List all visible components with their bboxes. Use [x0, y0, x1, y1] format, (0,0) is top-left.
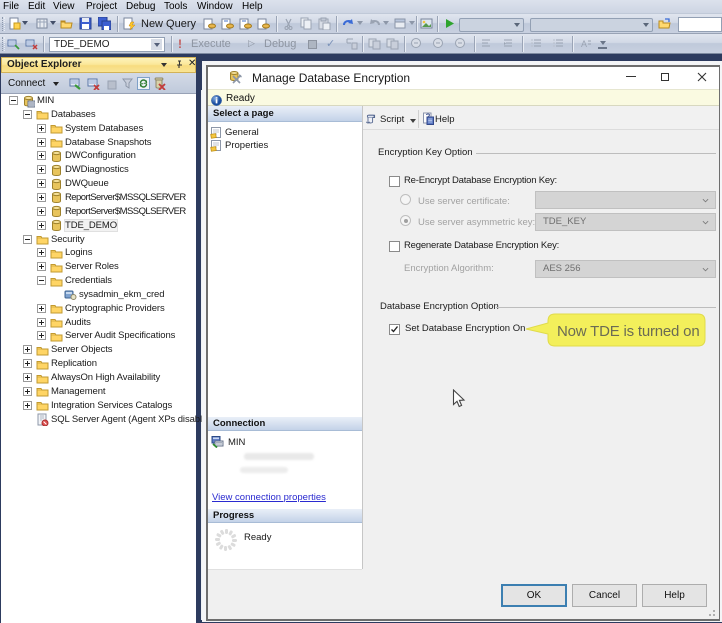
svg-text:A: A	[581, 39, 587, 49]
